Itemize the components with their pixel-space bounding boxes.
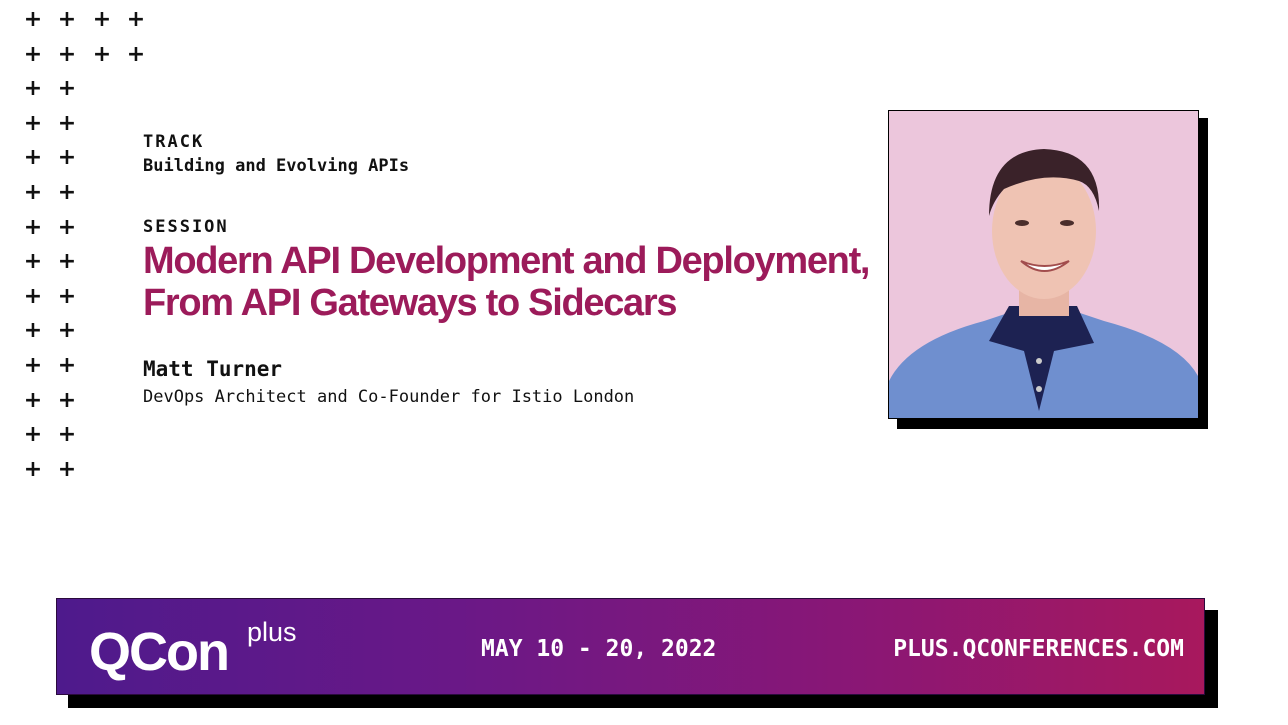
qcon-logo-suffix: plus [247,617,297,647]
session-title-line-2: From API Gateways to Sidecars [143,282,678,324]
speaker-role: DevOps Architect and Co-Founder for Isti… [143,387,635,407]
plus-icon: + [57,456,77,482]
plus-icon: + [23,7,43,32]
plus-icon: + [57,387,77,413]
plus-icon: + [57,145,77,171]
event-banner: QCon plus MAY 10 - 20, 2022 PLUS.QCONFER… [56,598,1205,695]
plus-icon: + [92,41,112,67]
plus-icon: + [92,7,112,32]
plus-icon: + [23,456,43,482]
plus-icon: + [23,145,43,171]
plus-icon: + [57,41,77,67]
session-label: SESSION [143,217,229,237]
plus-icon: + [23,76,43,102]
plus-icon: + [23,283,43,309]
plus-icon: + [57,214,77,240]
speaker-photo [888,110,1199,419]
track-name: Building and Evolving APIs [143,156,410,176]
plus-icon: + [23,422,43,448]
plus-icon: + [57,318,77,344]
plus-icon: + [23,318,43,344]
plus-icon: + [126,7,146,32]
qcon-logo: QCon [89,622,230,682]
plus-icon: + [57,353,77,378]
plus-icon: + [23,249,43,275]
track-label: TRACK [143,132,205,152]
plus-icon: + [23,41,43,67]
speaker-portrait-illustration [889,111,1198,418]
session-title: Modern API Development and Deployment, F… [143,240,903,324]
plus-icon: + [57,76,77,102]
plus-icon: + [57,110,77,136]
event-url[interactable]: PLUS.QCONFERENCES.COM [893,636,1184,662]
plus-icon: + [57,422,77,448]
plus-icon: + [23,353,43,378]
plus-icon: + [23,110,43,136]
plus-icon: + [57,249,77,275]
plus-icon: + [57,180,77,205]
plus-icon: + [126,41,146,67]
plus-icon: + [23,180,43,205]
event-dates: MAY 10 - 20, 2022 [481,636,717,662]
plus-icon: + [57,7,77,32]
plus-icon: + [23,214,43,240]
plus-icon: + [23,387,43,413]
speaker-name: Matt Turner [143,357,283,381]
session-title-line-1: Modern API Development and Deployment, [143,240,870,282]
plus-icon: + [57,283,77,309]
